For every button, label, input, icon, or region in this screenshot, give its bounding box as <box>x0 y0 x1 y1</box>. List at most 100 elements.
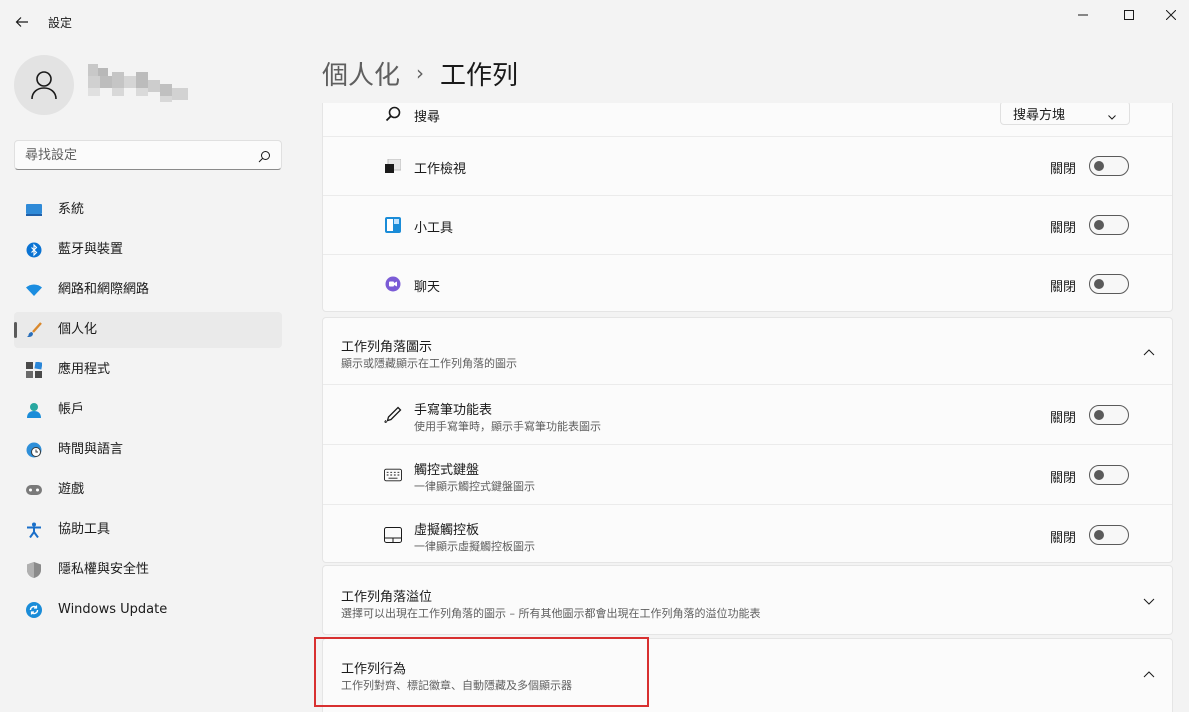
dropdown-value: 搜尋方塊 <box>1013 108 1066 123</box>
sidebar-item-network[interactable]: 網路和網際網路 <box>14 272 282 308</box>
chat-icon <box>384 275 402 293</box>
sidebar-item-bluetooth[interactable]: 藍牙與裝置 <box>14 232 282 268</box>
bluetooth-icon <box>26 242 42 258</box>
update-icon <box>26 602 42 618</box>
chevron-down-icon <box>1107 107 1117 126</box>
virtual-touchpad-row: 虛擬觸控板 一律顯示虛擬觸控板圖示 關閉 <box>323 504 1172 564</box>
chat-label: 聊天 <box>414 280 441 295</box>
minimize-button[interactable] <box>1060 0 1106 30</box>
corner-icons-header[interactable]: 工作列角落圖示 顯示或隱藏顯示在工作列角落的圖示 <box>323 318 1172 384</box>
page-title: 工作列 <box>440 60 519 91</box>
search-input[interactable] <box>25 146 245 164</box>
sidebar-item-accessibility[interactable]: 協助工具 <box>14 512 282 548</box>
search-icon <box>258 148 271 167</box>
profile-name-redacted <box>88 64 188 102</box>
toggle-state-label: 關閉 <box>1050 162 1077 177</box>
sidebar-item-apps[interactable]: 應用程式 <box>14 352 282 388</box>
breadcrumb-parent[interactable]: 個人化 <box>322 55 400 92</box>
title-bar: 設定 <box>0 0 1189 44</box>
chat-row: 聊天 關閉 <box>323 254 1172 313</box>
sidebar-item-label: 時間與語言 <box>58 442 124 457</box>
system-icon <box>26 202 42 218</box>
task-view-row: 工作檢視 關閉 <box>323 136 1172 195</box>
chat-toggle[interactable] <box>1089 274 1129 294</box>
chevron-up-icon[interactable] <box>1139 342 1159 362</box>
sidebar-item-label: 隱私權與安全性 <box>58 562 150 577</box>
toggle-state-label: 關閉 <box>1050 531 1077 546</box>
search-box[interactable] <box>14 140 282 170</box>
taskbar-search-row: 搜尋 搜尋方塊 <box>323 103 1172 136</box>
sidebar-nav: 系統 藍牙與裝置 網路和網際網路 個人化 應用程式 帳戶 時間與語言 遊戲 協助… <box>14 192 282 632</box>
pen-icon <box>384 406 402 424</box>
person-icon <box>31 71 57 100</box>
keyboard-icon <box>384 466 402 484</box>
virtual-touchpad-label: 虛擬觸控板 <box>414 523 480 538</box>
taskbar-items-card: 搜尋 搜尋方塊 工作檢視 關閉 小工具 關閉 聊天 關閉 <box>322 103 1173 312</box>
maximize-button[interactable] <box>1106 0 1152 30</box>
accessibility-icon <box>26 522 42 538</box>
sidebar-item-label: 帳戶 <box>58 402 85 417</box>
toggle-state-label: 關閉 <box>1050 471 1077 486</box>
avatar[interactable] <box>14 55 74 115</box>
app-title: 設定 <box>48 16 73 30</box>
globe-clock-icon <box>26 442 42 458</box>
close-icon <box>1166 10 1176 20</box>
section-title: 工作列角落溢位 <box>341 590 433 605</box>
close-button[interactable] <box>1148 0 1189 30</box>
sidebar-item-time-language[interactable]: 時間與語言 <box>14 432 282 468</box>
sidebar-item-privacy[interactable]: 隱私權與安全性 <box>14 552 282 588</box>
pen-menu-label: 手寫筆功能表 <box>414 403 493 418</box>
sidebar-item-gaming[interactable]: 遊戲 <box>14 472 282 508</box>
toggle-state-label: 關閉 <box>1050 221 1077 236</box>
apps-icon <box>26 362 42 378</box>
task-view-toggle[interactable] <box>1089 156 1129 176</box>
touch-keyboard-description: 一律顯示觸控式鍵盤圖示 <box>414 480 535 493</box>
widgets-row: 小工具 關閉 <box>323 195 1172 254</box>
search-mode-dropdown[interactable]: 搜尋方塊 <box>1000 103 1130 125</box>
brush-icon <box>26 322 42 338</box>
section-description: 顯示或隱藏顯示在工作列角落的圖示 <box>341 357 517 370</box>
widgets-toggle[interactable] <box>1089 215 1129 235</box>
sidebar-item-label: 網路和網際網路 <box>58 282 150 297</box>
pen-menu-toggle[interactable] <box>1089 405 1129 425</box>
sidebar-item-system[interactable]: 系統 <box>14 192 282 228</box>
sidebar-item-label: 應用程式 <box>58 362 111 377</box>
virtual-touchpad-toggle[interactable] <box>1089 525 1129 545</box>
virtual-touchpad-description: 一律顯示虛擬觸控板圖示 <box>414 540 535 553</box>
sidebar-item-label: 協助工具 <box>58 522 111 537</box>
pen-menu-description: 使用手寫筆時，顯示手寫筆功能表圖示 <box>414 420 601 433</box>
taskbar-search-label: 搜尋 <box>414 110 441 125</box>
sidebar-item-label: Windows Update <box>58 602 168 617</box>
account-icon <box>26 402 42 418</box>
corner-overflow-card[interactable]: 工作列角落溢位 選擇可以出現在工作列角落的圖示 – 所有其他圖示都會出現在工作列… <box>322 565 1173 635</box>
toggle-state-label: 關閉 <box>1050 411 1077 426</box>
sidebar-item-label: 系統 <box>58 202 85 217</box>
touch-keyboard-toggle[interactable] <box>1089 465 1129 485</box>
gamepad-icon <box>26 482 42 498</box>
back-button[interactable] <box>8 8 36 36</box>
task-view-icon <box>384 157 402 175</box>
touch-keyboard-row: 觸控式鍵盤 一律顯示觸控式鍵盤圖示 關閉 <box>323 444 1172 504</box>
sidebar-item-label: 個人化 <box>58 322 98 337</box>
maximize-icon <box>1124 10 1134 20</box>
touchpad-icon <box>384 526 402 544</box>
settings-content: 搜尋 搜尋方塊 工作檢視 關閉 小工具 關閉 聊天 關閉 工作列角落圖示 顯示或… <box>322 103 1174 712</box>
breadcrumb: 個人化 › 工作列 <box>322 55 518 91</box>
breadcrumb-separator: › <box>416 61 425 85</box>
task-view-label: 工作檢視 <box>414 162 467 177</box>
widgets-label: 小工具 <box>414 221 454 236</box>
touch-keyboard-label: 觸控式鍵盤 <box>414 463 480 478</box>
shield-icon <box>26 562 42 578</box>
section-title: 工作列角落圖示 <box>341 340 433 355</box>
sidebar-item-label: 藍牙與裝置 <box>58 242 124 257</box>
minimize-icon <box>1078 14 1088 16</box>
chevron-down-icon[interactable] <box>1139 592 1159 612</box>
search-icon <box>384 105 402 123</box>
sidebar-item-label: 遊戲 <box>58 482 85 497</box>
sidebar-item-windows-update[interactable]: Windows Update <box>14 592 282 628</box>
highlight-box <box>314 637 649 707</box>
sidebar-item-accounts[interactable]: 帳戶 <box>14 392 282 428</box>
sidebar-item-personalization[interactable]: 個人化 <box>14 312 282 348</box>
chevron-up-icon[interactable] <box>1139 664 1159 684</box>
wifi-icon <box>26 282 42 298</box>
